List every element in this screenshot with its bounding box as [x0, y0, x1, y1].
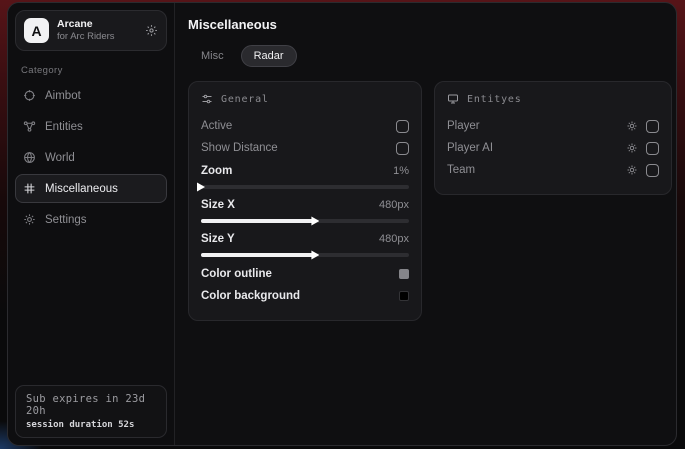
sidebar-item-label: World [45, 152, 75, 164]
general-panel: General Active Show Distance Zoom 1% [188, 81, 422, 321]
main-content: Miscellaneous Misc Radar General Active [175, 3, 677, 445]
sub-expiry-text: Sub expires in 23d 20h [26, 393, 156, 417]
slider-value: 480px [379, 233, 409, 245]
toggle-label: Active [201, 120, 232, 132]
color-label: Color background [201, 290, 300, 302]
sidebar-item-entities[interactable]: Entities [15, 112, 167, 141]
slider-label: Size Y [201, 233, 235, 245]
tab-radar[interactable]: Radar [241, 45, 297, 67]
entity-gear-icon[interactable] [626, 164, 638, 176]
color-row-outline: Color outline [201, 263, 409, 285]
toggle-row-active: Active [201, 115, 409, 137]
page-title: Miscellaneous [188, 17, 672, 32]
sidebar-item-aimbot[interactable]: Aimbot [15, 81, 167, 110]
slider-label: Size X [201, 199, 235, 211]
app-logo: A [24, 18, 49, 43]
grid-icon [23, 182, 36, 195]
color-background-swatch[interactable] [399, 291, 409, 301]
crosshair-icon [23, 89, 36, 102]
general-panel-header: General [201, 93, 409, 105]
active-checkbox[interactable] [396, 120, 409, 133]
sidebar-item-world[interactable]: World [15, 143, 167, 172]
sidebar-item-label: Entities [45, 121, 83, 133]
color-label: Color outline [201, 268, 272, 280]
entity-row-player: Player [447, 115, 659, 137]
sidebar-item-label: Miscellaneous [45, 183, 118, 195]
entities-panel-title: Entityes [467, 94, 522, 105]
slider-row-size-x: Size X 480px [201, 195, 409, 223]
general-panel-title: General [221, 94, 269, 105]
sidebar-nav: Aimbot Entities World [8, 80, 174, 235]
app-name: Arcane [57, 18, 137, 31]
gear-icon[interactable] [145, 24, 158, 37]
entity-row-team: Team [447, 159, 659, 181]
sidebar: A Arcane for Arc Riders Category [8, 3, 175, 445]
monitor-icon [447, 93, 459, 105]
slider-row-size-y: Size Y 480px [201, 229, 409, 257]
session-duration-text: session duration 52s [26, 420, 156, 430]
size-y-slider[interactable] [201, 253, 409, 257]
app-subtitle: for Arc Riders [57, 31, 137, 43]
color-row-background: Color background [201, 285, 409, 307]
tab-bar: Misc Radar [188, 45, 672, 67]
entities-panel: Entityes Player Pl [434, 81, 672, 195]
entity-label: Player AI [447, 142, 493, 154]
slider-value: 480px [379, 199, 409, 211]
gear-icon [23, 213, 36, 226]
sliders-icon [201, 93, 213, 105]
entity-gear-icon[interactable] [626, 120, 638, 132]
tab-misc[interactable]: Misc [188, 45, 237, 67]
subscription-card: Sub expires in 23d 20h session duration … [15, 385, 167, 438]
slider-thumb[interactable] [311, 251, 319, 260]
sidebar-item-label: Settings [45, 214, 87, 226]
panels-row: General Active Show Distance Zoom 1% [188, 81, 672, 321]
slider-value: 1% [393, 165, 409, 177]
zoom-slider[interactable] [201, 185, 409, 189]
entity-gear-icon[interactable] [626, 142, 638, 154]
entity-label: Team [447, 164, 475, 176]
slider-thumb[interactable] [311, 217, 319, 226]
nodes-icon [23, 120, 36, 133]
slider-row-zoom: Zoom 1% [201, 161, 409, 189]
sidebar-item-label: Aimbot [45, 90, 81, 102]
globe-icon [23, 151, 36, 164]
team-checkbox[interactable] [646, 164, 659, 177]
slider-label: Zoom [201, 165, 232, 177]
app-window: A Arcane for Arc Riders Category [7, 2, 677, 446]
player-checkbox[interactable] [646, 120, 659, 133]
app-header-card: A Arcane for Arc Riders [15, 10, 167, 51]
entities-panel-header: Entityes [447, 93, 659, 105]
color-outline-swatch[interactable] [399, 269, 409, 279]
toggle-row-show-distance: Show Distance [201, 137, 409, 159]
category-label: Category [21, 65, 174, 76]
sidebar-item-settings[interactable]: Settings [15, 205, 167, 234]
entity-row-player-ai: Player AI [447, 137, 659, 159]
size-x-slider[interactable] [201, 219, 409, 223]
entity-label: Player [447, 120, 480, 132]
slider-thumb[interactable] [197, 183, 205, 192]
toggle-label: Show Distance [201, 142, 278, 154]
sidebar-item-miscellaneous[interactable]: Miscellaneous [15, 174, 167, 203]
show-distance-checkbox[interactable] [396, 142, 409, 155]
player-ai-checkbox[interactable] [646, 142, 659, 155]
